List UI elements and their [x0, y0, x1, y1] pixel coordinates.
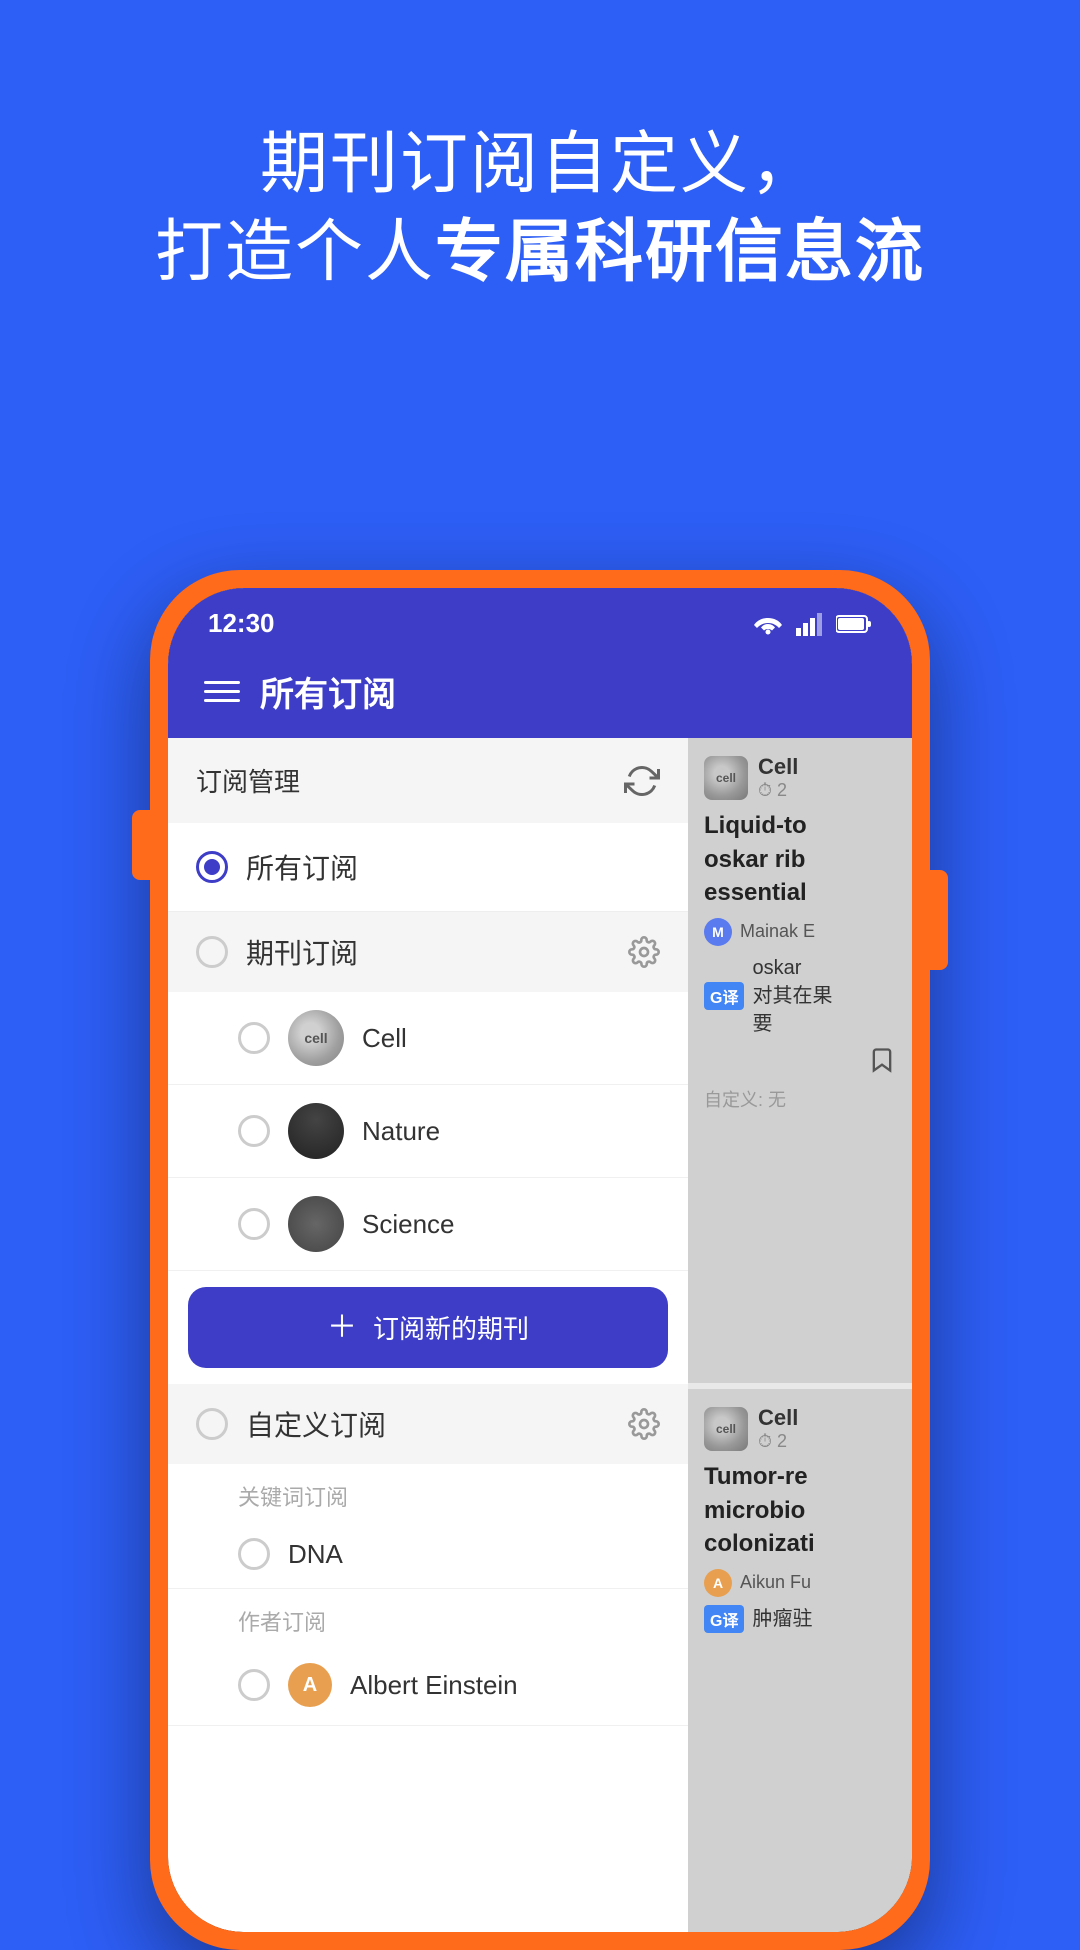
- article-top-2: cell Cell ⏱ 2: [704, 1405, 896, 1452]
- radio-custom[interactable]: [196, 1408, 228, 1440]
- cell-journal-name: Cell: [362, 1023, 407, 1054]
- subscribe-btn-text: 订阅新的期刊: [373, 1309, 529, 1346]
- author-section-label: 作者订阅: [168, 1589, 688, 1645]
- journal-gear-icon[interactable]: [628, 936, 660, 968]
- all-subs-row[interactable]: 所有订阅: [168, 823, 688, 912]
- article-bottom-1: [704, 1046, 896, 1074]
- article-journal-name-1: Cell: [758, 754, 798, 780]
- nav-bar: 所有订阅: [168, 649, 912, 738]
- right-panel: cell Cell ⏱ 2 Liquid-tooskar ribessentia…: [688, 738, 912, 1932]
- author-row[interactable]: A Albert Einstein: [168, 1645, 688, 1726]
- article-time-2: ⏱ 2: [758, 1431, 798, 1452]
- article-translated-1: oskar对其在果要: [752, 954, 832, 1038]
- article-journal-name-2: Cell: [758, 1405, 798, 1431]
- article-translated-row-1: G译 oskar对其在果要: [704, 954, 896, 1038]
- phone-outer: 12:30: [150, 570, 930, 1950]
- article-card-1[interactable]: cell Cell ⏱ 2 Liquid-tooskar ribessentia…: [688, 738, 912, 1383]
- journal-section-header: 期刊订阅: [168, 912, 688, 992]
- hero-line1: 期刊订阅自定义，: [60, 120, 1020, 208]
- article-card-2[interactable]: cell Cell ⏱ 2 Tumor-remicrobiocolonizati…: [688, 1389, 912, 1932]
- keyword-section-label: 关键词订阅: [168, 1464, 688, 1520]
- article-cell-icon-2: cell: [704, 1407, 748, 1451]
- radio-all-subs[interactable]: [196, 851, 228, 883]
- custom-section-label: 自定义订阅: [246, 1404, 386, 1444]
- custom-gear-icon[interactable]: [628, 1408, 660, 1440]
- custom-section-header: 自定义订阅: [168, 1384, 688, 1464]
- article-author-avatar-1: M: [704, 918, 732, 946]
- radio-author[interactable]: [238, 1669, 270, 1701]
- hero-line1-text: 期刊订阅自定义，: [260, 126, 820, 202]
- journal-item-cell[interactable]: cell Cell: [168, 992, 688, 1085]
- nature-avatar: [288, 1103, 344, 1159]
- translate-badge-1: G译: [704, 982, 744, 1010]
- article-meta-1: Cell ⏱ 2: [758, 754, 798, 801]
- author-name: Albert Einstein: [350, 1670, 518, 1701]
- cell-image: cell: [288, 1010, 344, 1066]
- section-header: 订阅管理: [168, 738, 688, 823]
- hero-line2-bold: 专属科研信息流: [435, 214, 925, 290]
- hero-line2-plain: 打造个人: [155, 214, 435, 290]
- translate-badge-2: G译: [704, 1605, 744, 1633]
- custom-label-1: 自定义: 无: [704, 1082, 896, 1112]
- radio-cell[interactable]: [238, 1022, 270, 1054]
- left-panel: 订阅管理 所有订阅: [168, 738, 688, 1932]
- science-avatar: [288, 1196, 344, 1252]
- phone-inner: 12:30: [168, 588, 912, 1932]
- journal-item-science[interactable]: Science: [168, 1178, 688, 1271]
- science-journal-name: Science: [362, 1209, 455, 1240]
- journal-section-label: 期刊订阅: [246, 932, 358, 972]
- article-time-1: ⏱ 2: [758, 780, 798, 801]
- journal-section-left: 期刊订阅: [196, 932, 358, 972]
- signal-icon: [796, 612, 824, 636]
- content-area: 订阅管理 所有订阅: [168, 738, 912, 1932]
- phone-mockup: 12:30: [150, 570, 930, 1950]
- article-translated-row-2: G译 肿瘤驻: [704, 1605, 896, 1633]
- article-author-name-2: Aikun Fu: [740, 1572, 811, 1593]
- radio-nature[interactable]: [238, 1115, 270, 1147]
- author-avatar: A: [288, 1663, 332, 1707]
- battery-icon: [836, 614, 872, 634]
- hero-section: 期刊订阅自定义， 打造个人专属科研信息流: [0, 0, 1080, 357]
- status-time: 12:30: [208, 608, 275, 639]
- radio-journal[interactable]: [196, 936, 228, 968]
- phone-screen: 12:30: [168, 588, 912, 1932]
- custom-section-left: 自定义订阅: [196, 1404, 386, 1444]
- article-translated-2: 肿瘤驻: [752, 1605, 812, 1633]
- bookmark-icon-1[interactable]: [868, 1046, 896, 1074]
- article-author-row-2: A Aikun Fu: [704, 1569, 896, 1597]
- article-cell-icon-1: cell: [704, 756, 748, 800]
- hamburger-menu-icon[interactable]: [204, 681, 240, 702]
- cell-avatar: cell: [288, 1010, 344, 1066]
- plus-icon: ＋: [327, 1313, 357, 1343]
- article-title-2: Tumor-remicrobiocolonizati: [704, 1460, 896, 1561]
- article-author-avatar-2: A: [704, 1569, 732, 1597]
- article-top-1: cell Cell ⏱ 2: [704, 754, 896, 801]
- subscribe-new-button[interactable]: ＋ 订阅新的期刊: [188, 1287, 668, 1368]
- article-author-name-1: Mainak E: [740, 921, 815, 942]
- status-bar: 12:30: [168, 588, 912, 649]
- all-subs-label: 所有订阅: [246, 847, 358, 887]
- hero-line2: 打造个人专属科研信息流: [60, 208, 1020, 296]
- section-header-title: 订阅管理: [196, 762, 300, 799]
- journal-item-nature[interactable]: Nature: [168, 1085, 688, 1178]
- dna-label: DNA: [288, 1539, 343, 1570]
- radio-science[interactable]: [238, 1208, 270, 1240]
- article-title-1: Liquid-tooskar ribessential: [704, 809, 896, 910]
- radio-dna[interactable]: [238, 1538, 270, 1570]
- dna-row[interactable]: DNA: [168, 1520, 688, 1589]
- nav-title: 所有订阅: [260, 667, 396, 716]
- status-icons: [752, 612, 872, 636]
- refresh-icon[interactable]: [624, 763, 660, 799]
- nature-journal-name: Nature: [362, 1116, 440, 1147]
- wifi-icon: [752, 612, 784, 636]
- article-author-row-1: M Mainak E: [704, 918, 896, 946]
- article-meta-2: Cell ⏱ 2: [758, 1405, 798, 1452]
